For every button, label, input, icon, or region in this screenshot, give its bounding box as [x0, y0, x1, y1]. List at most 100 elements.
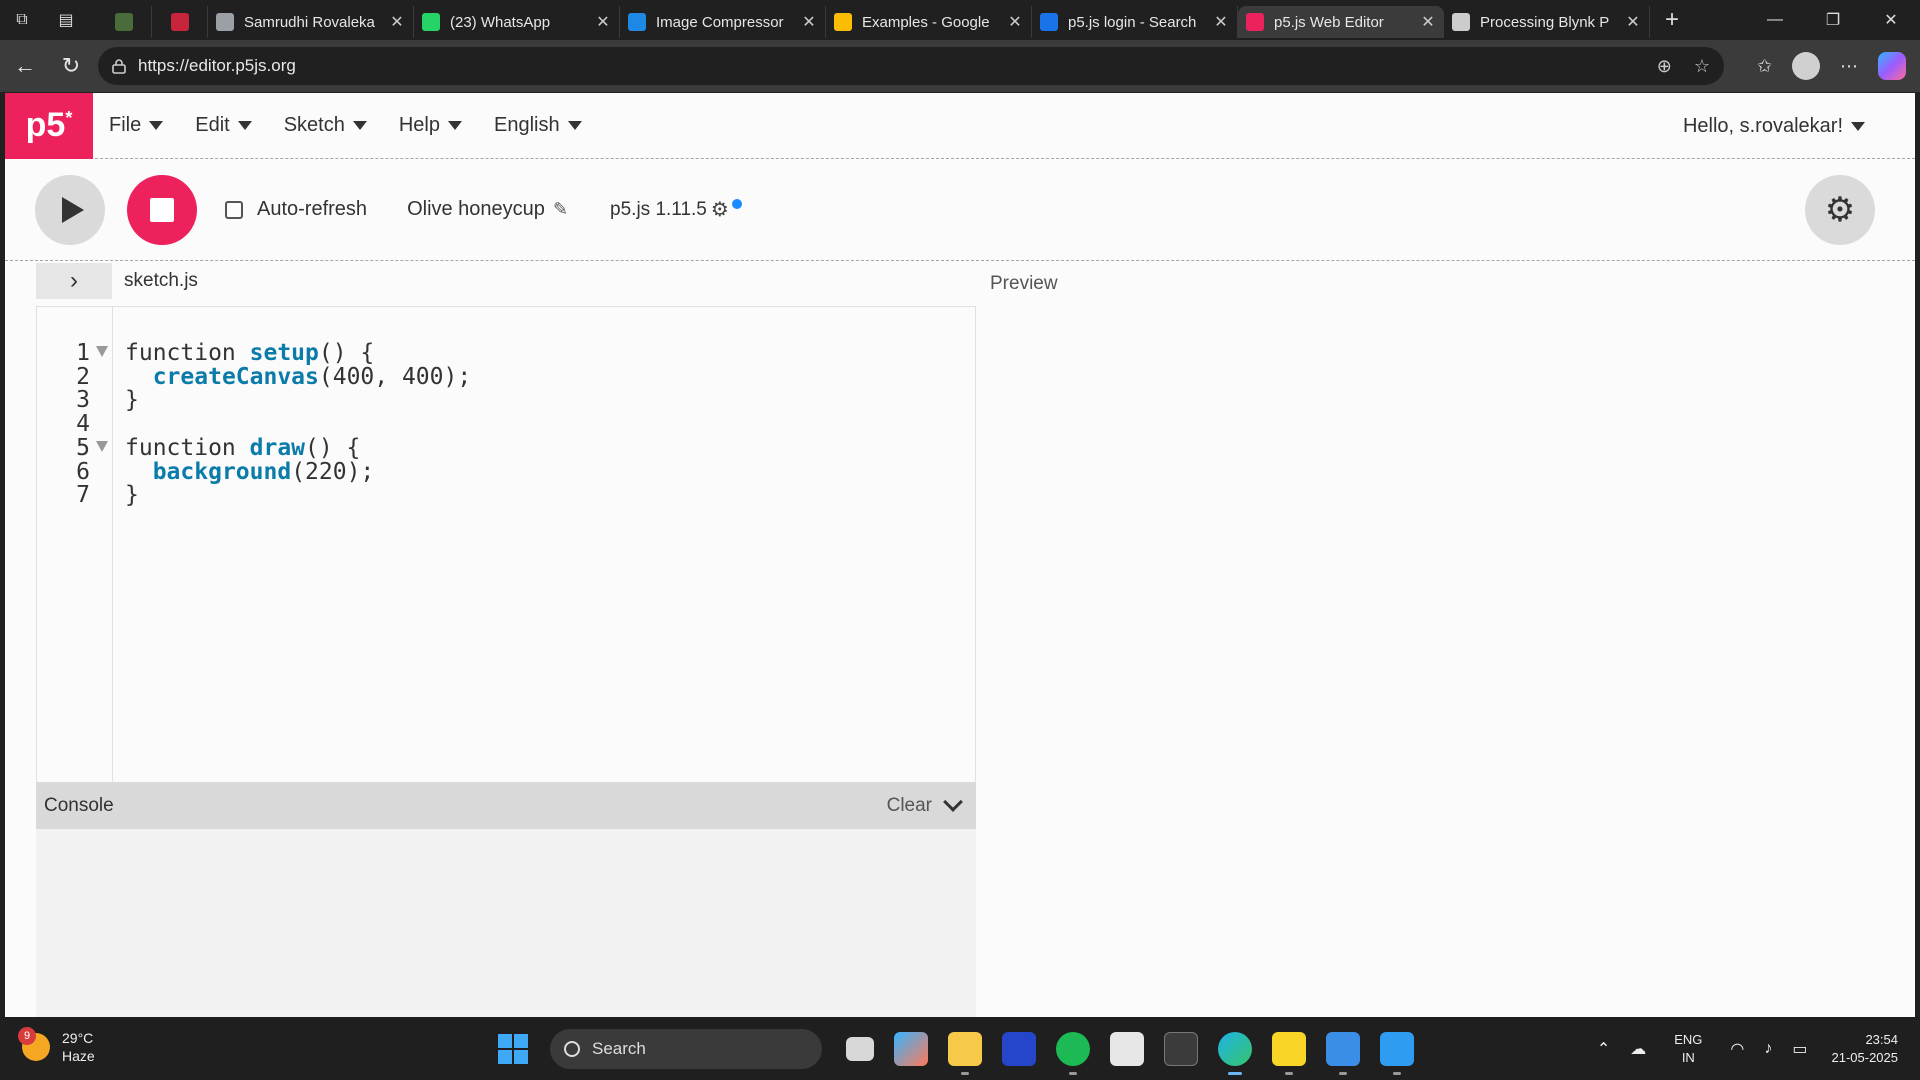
- console-header: Console Clear: [36, 782, 976, 829]
- favorites-icon[interactable]: ✩: [1757, 56, 1772, 77]
- stop-button[interactable]: [127, 174, 197, 245]
- console-clear-button[interactable]: Clear: [887, 795, 932, 817]
- code-text: createCanvas(400, 400);: [125, 364, 472, 390]
- fold-arrow-icon[interactable]: [96, 346, 108, 357]
- expand-sidebar-button[interactable]: ›: [36, 263, 112, 299]
- menu-sketch[interactable]: Sketch: [284, 114, 367, 137]
- code-editor[interactable]: 1 function setup() {2 createCanvas(400, 4…: [36, 306, 976, 783]
- taskbar-search[interactable]: Search: [550, 1029, 822, 1069]
- menu-english[interactable]: English: [494, 114, 582, 137]
- vscode-icon[interactable]: [1380, 1032, 1414, 1075]
- browser-tab[interactable]: p5.js Web Editor ✕: [1238, 6, 1444, 38]
- lang-bottom: IN: [1681, 1049, 1695, 1065]
- new-tab-plus-icon[interactable]: +: [1650, 0, 1694, 40]
- sketch-name-text: Olive honeycup: [407, 198, 545, 220]
- file-name[interactable]: sketch.js: [124, 270, 198, 292]
- menu-label: Edit: [195, 114, 230, 136]
- browser-tab[interactable]: [152, 6, 208, 38]
- weather-widget[interactable]: 9 29°C Haze: [18, 1027, 95, 1065]
- chevron-up-icon[interactable]: ⌃: [1597, 1039, 1610, 1059]
- restore-icon[interactable]: ❐: [1804, 0, 1862, 40]
- pencil-icon[interactable]: ✎: [553, 199, 568, 220]
- tab-title: Samrudhi Rovaleka: [244, 13, 375, 31]
- tab-close-icon[interactable]: ✕: [1625, 12, 1641, 32]
- vertical-tabs-icon[interactable]: ▤: [44, 0, 88, 40]
- file-explorer-icon[interactable]: [948, 1032, 982, 1075]
- auto-refresh-toggle[interactable]: Auto-refresh: [225, 198, 367, 221]
- refresh-icon[interactable]: ↻: [48, 43, 94, 89]
- profile-avatar-icon[interactable]: [1792, 52, 1820, 80]
- terminal-icon[interactable]: [1164, 1032, 1198, 1066]
- clock[interactable]: 23:54 21-05-2025: [1832, 1031, 1899, 1067]
- browser-tab[interactable]: [96, 6, 152, 38]
- battery-icon[interactable]: ▭: [1792, 1039, 1807, 1059]
- browser-tab[interactable]: Image Compressor ✕: [620, 6, 826, 38]
- copilot-icon[interactable]: [1878, 52, 1906, 80]
- menu-label: Sketch: [283, 114, 345, 136]
- cloud-app-icon[interactable]: [1326, 1032, 1360, 1075]
- url-text[interactable]: https://editor.p5js.org: [138, 56, 296, 76]
- menu-label: File: [109, 114, 142, 136]
- lock-icon[interactable]: [112, 58, 126, 74]
- tab-favicon-icon: [1246, 13, 1264, 31]
- copilot-app-icon[interactable]: [894, 1032, 928, 1066]
- volume-icon[interactable]: ♪: [1764, 1040, 1772, 1058]
- play-button[interactable]: [35, 174, 105, 245]
- gear-icon[interactable]: ⚙: [711, 197, 729, 222]
- p5-logo[interactable]: p5 *: [5, 92, 93, 159]
- back-arrow-icon[interactable]: ←: [2, 43, 48, 89]
- auto-refresh-checkbox[interactable]: [225, 200, 243, 219]
- clock-time: 23:54: [1865, 1031, 1898, 1047]
- browser-tab[interactable]: Samrudhi Rovaleka ✕: [208, 6, 414, 38]
- tab-close-icon[interactable]: ✕: [1213, 12, 1229, 32]
- onedrive-icon[interactable]: ☁: [1630, 1039, 1646, 1059]
- browser-tab[interactable]: p5.js login - Search ✕: [1032, 6, 1238, 38]
- logo-text: p5: [25, 106, 66, 144]
- tab-close-icon[interactable]: ✕: [1007, 12, 1023, 32]
- minimize-icon[interactable]: —: [1746, 0, 1804, 40]
- sticky-notes-icon[interactable]: [1272, 1032, 1306, 1075]
- version-selector[interactable]: p5.js 1.11.5 ⚙: [610, 197, 742, 222]
- browser-tab[interactable]: Examples - Google ✕: [826, 6, 1032, 38]
- favorite-star-icon[interactable]: ☆: [1694, 56, 1710, 77]
- edge-browser-icon[interactable]: [1218, 1032, 1252, 1075]
- browser-tab[interactable]: Processing Blynk P ✕: [1444, 6, 1650, 38]
- menu-file[interactable]: File: [109, 114, 164, 137]
- sketch-toolbar: Auto-refresh Olive honeycup ✎ p5.js 1.11…: [5, 159, 1915, 261]
- tab-title: p5.js Web Editor: [1274, 13, 1384, 31]
- sketch-name[interactable]: Olive honeycup ✎: [407, 198, 568, 221]
- url-bar[interactable]: https://editor.p5js.org ⊕ ☆: [98, 47, 1724, 85]
- fold-arrow-icon[interactable]: [96, 440, 108, 452]
- tab-close-icon[interactable]: ✕: [595, 12, 611, 32]
- tab-title: p5.js login - Search: [1068, 13, 1197, 31]
- spotify-icon[interactable]: [1056, 1032, 1090, 1075]
- user-menu[interactable]: Hello, s.rovalekar!: [1683, 93, 1865, 159]
- task-view-icon[interactable]: [846, 1037, 874, 1061]
- browser-tab[interactable]: (23) WhatsApp ✕: [414, 6, 620, 38]
- code-token: (220);: [291, 458, 375, 485]
- settings-button[interactable]: ⚙: [1805, 175, 1875, 245]
- tab-close-icon[interactable]: ✕: [389, 12, 405, 32]
- taskbar-search-label: Search: [592, 1039, 646, 1058]
- wifi-icon[interactable]: ◠: [1730, 1039, 1744, 1059]
- close-window-icon[interactable]: ✕: [1862, 0, 1920, 40]
- microsoft-store-icon[interactable]: [1110, 1032, 1144, 1066]
- chevron-down-icon: [567, 121, 582, 130]
- tab-close-icon[interactable]: ✕: [801, 12, 817, 32]
- windows-start-icon[interactable]: [498, 1034, 528, 1064]
- arduino-ide-icon[interactable]: [1002, 1032, 1036, 1066]
- tab-close-icon[interactable]: ✕: [1420, 12, 1436, 32]
- menu-help[interactable]: Help: [399, 114, 462, 137]
- code-function-name: draw: [249, 434, 306, 461]
- zoom-icon[interactable]: ⊕: [1657, 56, 1672, 77]
- line-number: 1: [76, 340, 90, 366]
- menu-edit[interactable]: Edit: [195, 114, 252, 137]
- address-toolbar: ← ↻ https://editor.p5js.org ⊕ ☆ ✩ ⋯: [0, 40, 1920, 92]
- collapse-chevron-icon[interactable]: [943, 791, 963, 812]
- more-options-icon[interactable]: ⋯: [1840, 56, 1858, 77]
- line-number: 5: [76, 434, 90, 461]
- workspaces-icon[interactable]: ⧉: [0, 0, 44, 40]
- language-indicator[interactable]: ENG IN: [1674, 1031, 1702, 1067]
